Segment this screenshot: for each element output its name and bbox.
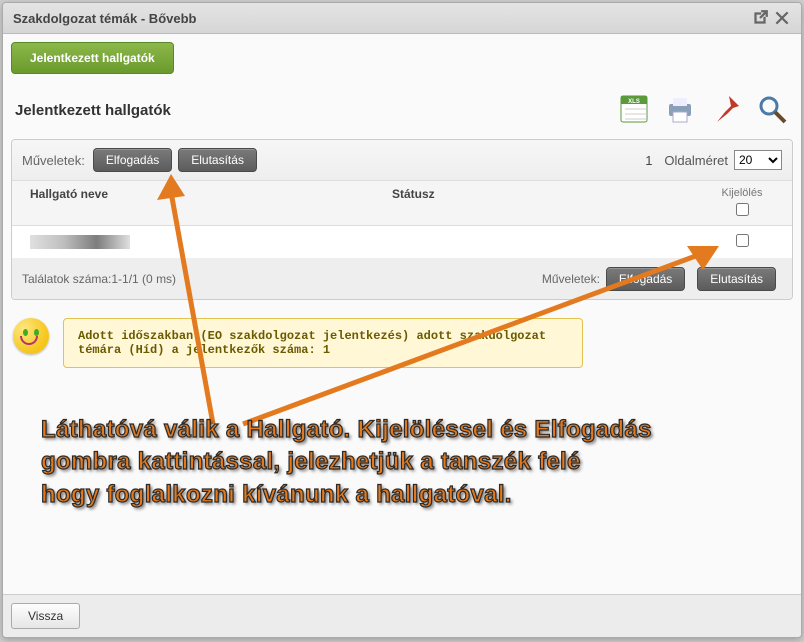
titlebar: Szakdolgozat témák - Bővebb (3, 3, 801, 34)
page-size-label: Oldalméret (664, 153, 728, 168)
toolbar-icons: XLS (617, 92, 789, 129)
result-count: Találatok száma:1-1/1 (0 ms) (22, 272, 542, 286)
accept-button-bottom[interactable]: Elfogadás (606, 267, 685, 291)
cell-select (702, 234, 782, 250)
ops-row-bottom: Műveletek: Elfogadás Elutasítás (542, 267, 782, 291)
table-row[interactable] (12, 226, 792, 259)
info-bubble: Adott időszakban (EO szakdolgozat jelent… (63, 318, 583, 368)
select-all-checkbox[interactable] (736, 203, 749, 216)
table-footer: Találatok száma:1-1/1 (0 ms) Műveletek: … (12, 259, 792, 299)
table-panel: Műveletek: Elfogadás Elutasítás 1 Oldalm… (11, 139, 793, 300)
ops-label-bottom: Műveletek: (542, 272, 600, 286)
info-note: Adott időszakban (EO szakdolgozat jelent… (13, 318, 793, 368)
annotation-line-1: Láthatóvá válik a Hallgató. Kijelöléssel… (41, 414, 681, 446)
pin-icon[interactable] (709, 92, 743, 129)
smiley-icon (13, 318, 49, 354)
print-icon[interactable] (663, 92, 697, 129)
content-area: Jelentkezett hallgatók Jelentkezett hall… (3, 34, 801, 594)
col-header-status[interactable]: Státusz (392, 187, 702, 219)
pager: 1 Oldalméret 20 (645, 150, 782, 170)
annotation-text: Láthatóvá válik a Hallgató. Kijelöléssel… (41, 414, 681, 511)
row-select-checkbox[interactable] (736, 234, 749, 247)
window-title: Szakdolgozat témák - Bővebb (13, 11, 747, 26)
back-button[interactable]: Vissza (11, 603, 80, 629)
table-header: Hallgató neve Státusz Kijelölés (12, 181, 792, 226)
cell-name (22, 235, 392, 249)
student-name-redacted (30, 235, 130, 249)
ops-label: Műveletek: (22, 153, 85, 168)
tab-registered-students[interactable]: Jelentkezett hallgatók (11, 42, 174, 74)
xls-export-icon[interactable]: XLS (617, 92, 651, 129)
col-header-select-label: Kijelölés (702, 187, 782, 199)
search-icon[interactable] (755, 92, 789, 129)
svg-text:XLS: XLS (628, 99, 640, 105)
col-header-name[interactable]: Hallgató neve (22, 187, 392, 219)
dialog-window: Szakdolgozat témák - Bővebb Jelentkezett… (2, 2, 802, 638)
page-size-select[interactable]: 20 (734, 150, 782, 170)
popout-icon[interactable] (751, 9, 769, 27)
annotation-line-2: gombra kattintással, jelezhetjük a tansz… (41, 446, 681, 478)
dialog-footer: Vissza (3, 594, 801, 637)
reject-button-top[interactable]: Elutasítás (178, 148, 257, 172)
section-header: Jelentkezett hallgatók XLS (11, 82, 793, 139)
col-header-select: Kijelölés (702, 187, 782, 219)
close-icon[interactable] (773, 9, 791, 27)
accept-button-top[interactable]: Elfogadás (93, 148, 172, 172)
section-title: Jelentkezett hallgatók (15, 102, 171, 119)
ops-row-top: Műveletek: Elfogadás Elutasítás 1 Oldalm… (12, 140, 792, 181)
annotation-line-3: hogy foglalkozni kívánunk a hallgatóval. (41, 479, 681, 511)
page-number: 1 (645, 153, 652, 168)
reject-button-bottom[interactable]: Elutasítás (697, 267, 776, 291)
